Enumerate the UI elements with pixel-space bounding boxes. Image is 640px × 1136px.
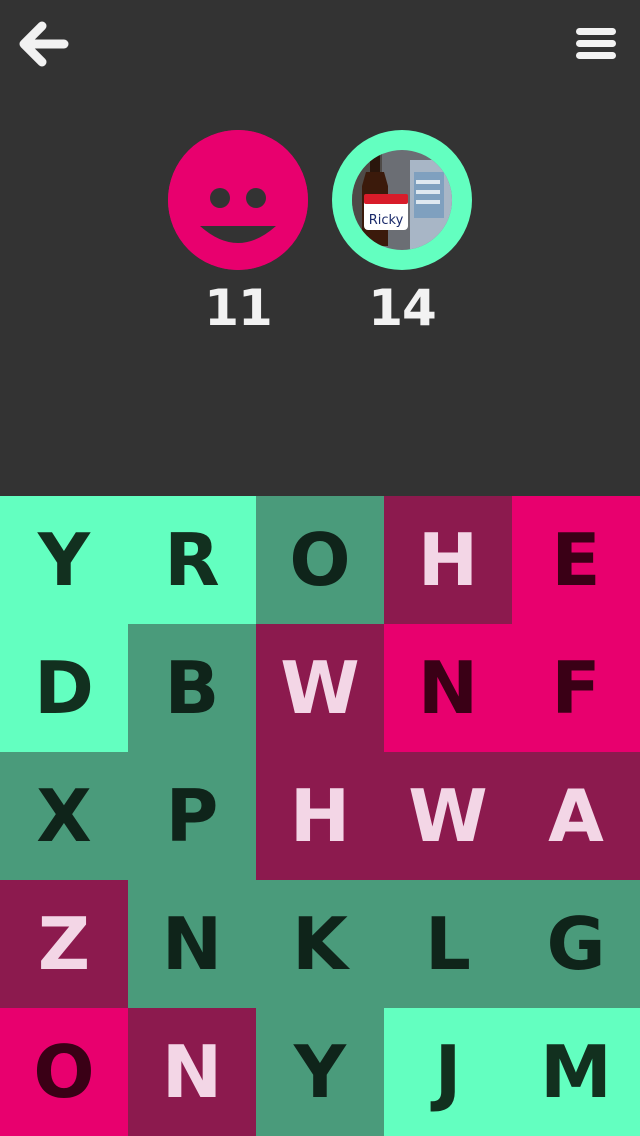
player-two-score: 14 bbox=[368, 279, 437, 337]
letter-tile[interactable]: L bbox=[384, 880, 512, 1008]
letter-board: YROHEDBWNFXPHWAZNKLGONYJM bbox=[0, 496, 640, 1136]
letter-tile[interactable]: Y bbox=[0, 496, 128, 624]
letter-tile[interactable]: M bbox=[512, 1008, 640, 1136]
letter-tile[interactable]: D bbox=[0, 624, 128, 752]
letter-tile[interactable]: J bbox=[384, 1008, 512, 1136]
letter-tile[interactable]: H bbox=[384, 496, 512, 624]
letter-tile[interactable]: O bbox=[256, 496, 384, 624]
letter-tile[interactable]: H bbox=[256, 752, 384, 880]
photo-name-tag: Ricky bbox=[369, 213, 404, 228]
letter-tile[interactable]: Z bbox=[0, 880, 128, 1008]
letter-tile[interactable]: A bbox=[512, 752, 640, 880]
arrow-left-icon bbox=[19, 21, 69, 67]
letter-tile[interactable]: W bbox=[256, 624, 384, 752]
letter-tile[interactable]: X bbox=[0, 752, 128, 880]
player-one-score: 11 bbox=[204, 279, 273, 337]
player-two: Ricky 14 bbox=[332, 130, 472, 338]
players-scoreboard: 11 Ricky 14 bbox=[0, 130, 640, 350]
player-one: 11 bbox=[168, 130, 308, 338]
letter-tile[interactable]: O bbox=[0, 1008, 128, 1136]
letter-tile[interactable]: P bbox=[128, 752, 256, 880]
letter-tile[interactable]: B bbox=[128, 624, 256, 752]
avatar[interactable] bbox=[168, 130, 308, 270]
letter-tile[interactable]: K bbox=[256, 880, 384, 1008]
letter-tile[interactable]: W bbox=[384, 752, 512, 880]
avatar[interactable]: Ricky bbox=[332, 130, 472, 270]
letter-tile[interactable]: N bbox=[384, 624, 512, 752]
smiley-face-icon bbox=[168, 130, 308, 270]
letter-tile[interactable]: F bbox=[512, 624, 640, 752]
top-bar bbox=[0, 0, 640, 90]
letter-tile[interactable]: N bbox=[128, 1008, 256, 1136]
menu-button[interactable] bbox=[574, 24, 618, 64]
back-button[interactable] bbox=[18, 20, 70, 68]
letter-tile[interactable]: E bbox=[512, 496, 640, 624]
photo-avatar: Ricky bbox=[352, 150, 452, 250]
letter-tile[interactable]: N bbox=[128, 880, 256, 1008]
letter-tile[interactable]: G bbox=[512, 880, 640, 1008]
hamburger-menu-icon bbox=[576, 28, 616, 59]
letter-tile[interactable]: R bbox=[128, 496, 256, 624]
letter-tile[interactable]: Y bbox=[256, 1008, 384, 1136]
